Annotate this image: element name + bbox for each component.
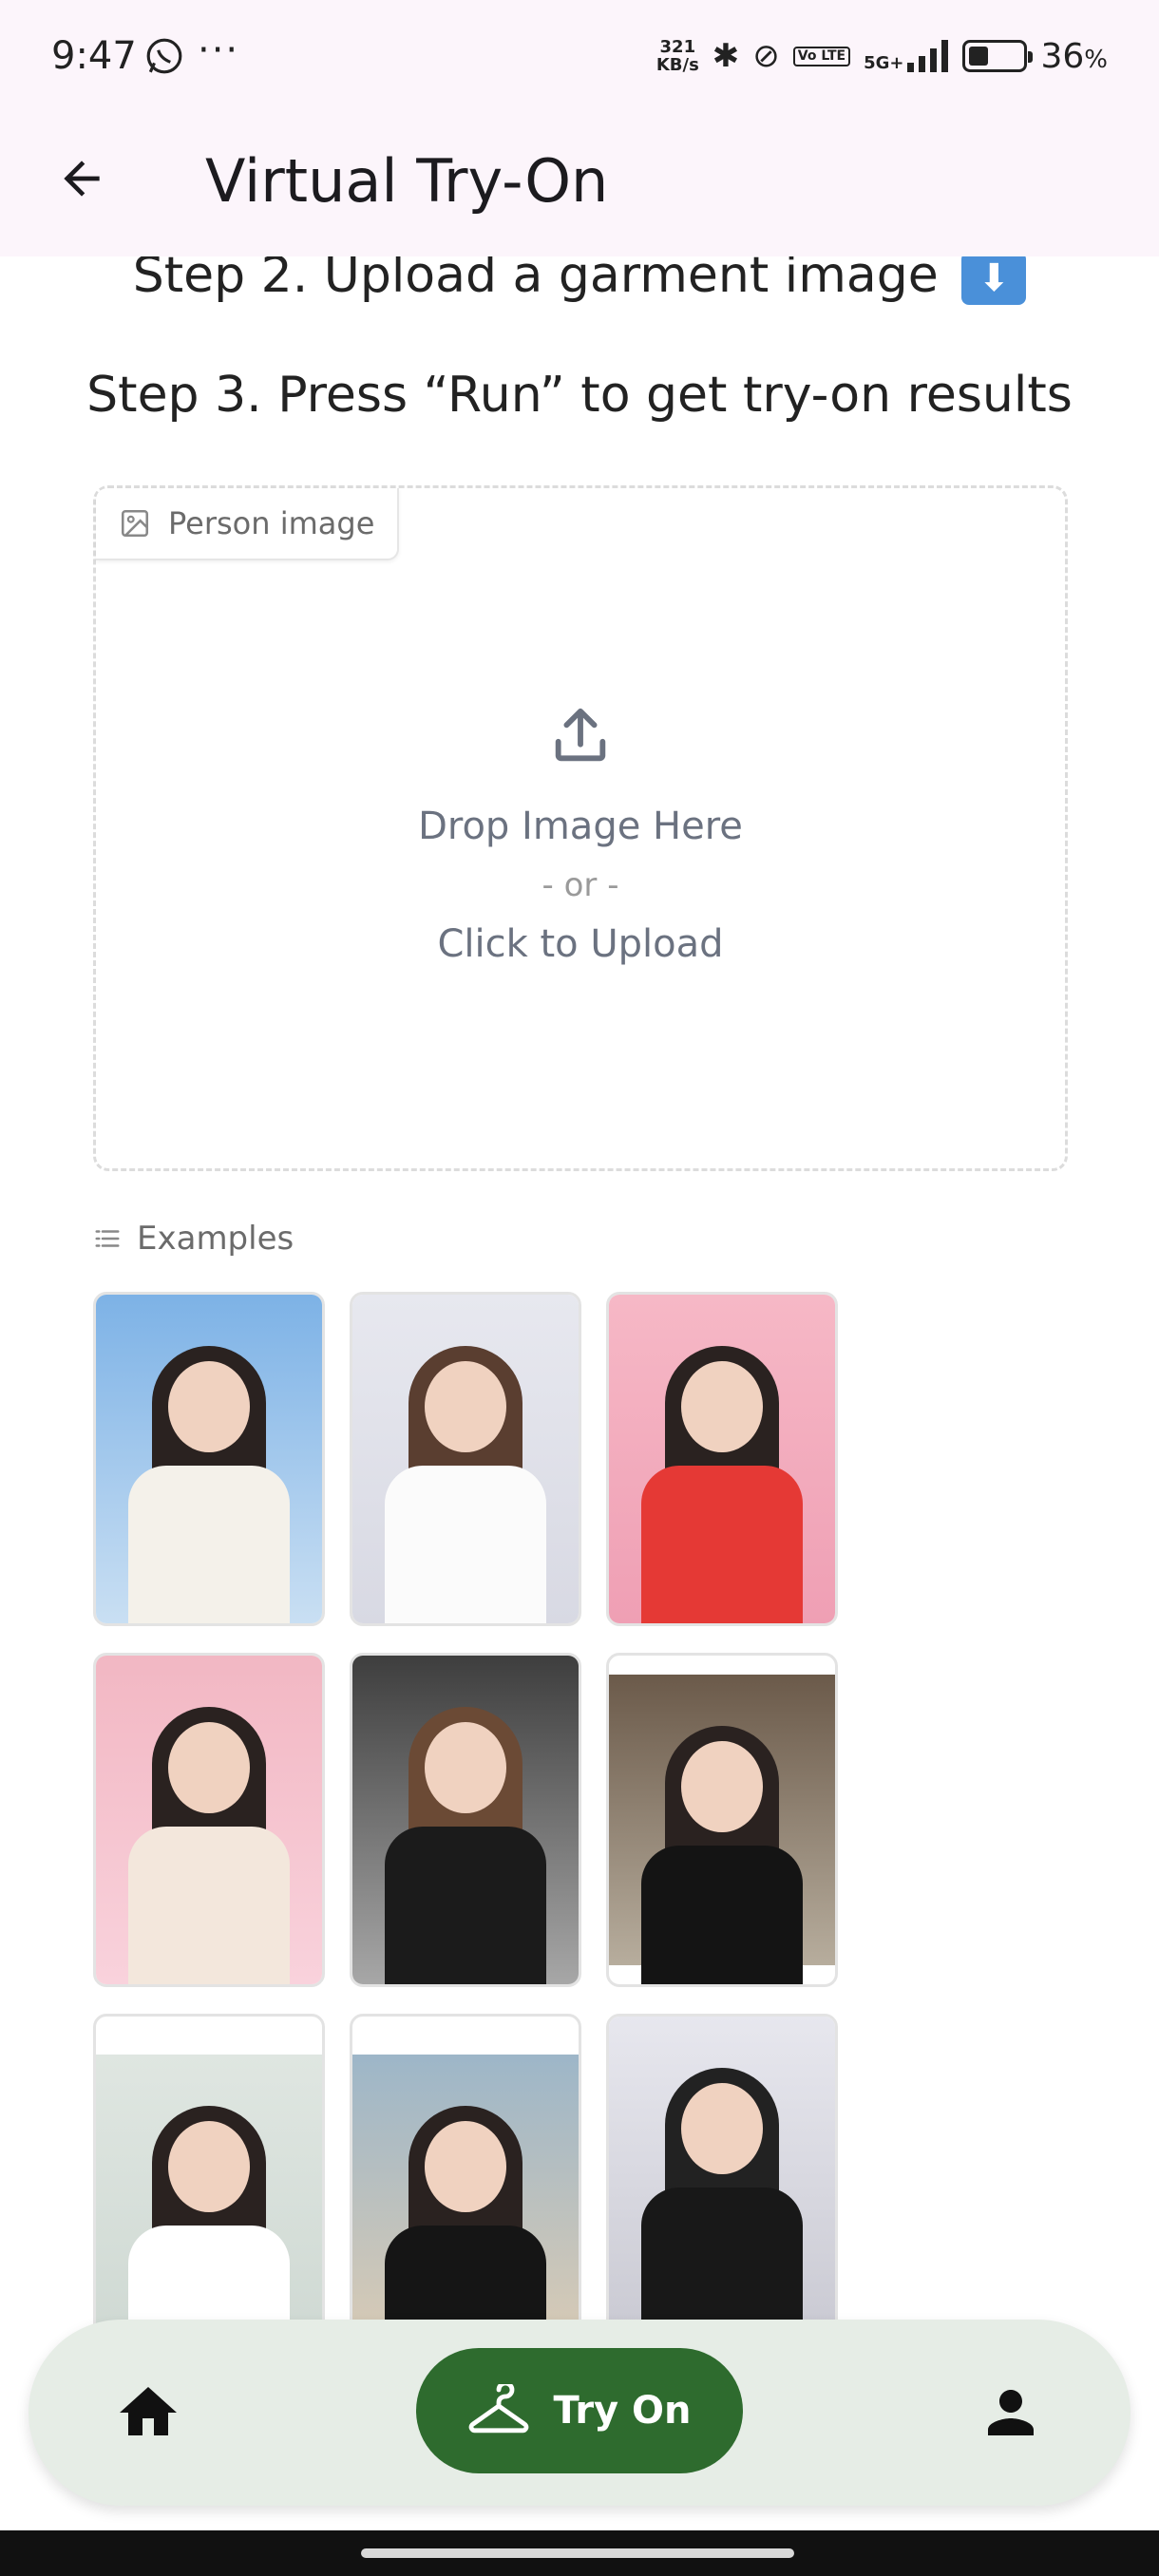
try-on-label: Try On (553, 2389, 692, 2433)
status-bar: 9:47 ··· 321 KB/s ✱ ⊘ Vo LTE 5G+ 36% (0, 0, 1159, 114)
step-3-text: Step 3. Press “Run” to get try-on result… (86, 367, 1073, 424)
link-icon: ⊘ (752, 37, 780, 75)
list-icon (95, 1230, 120, 1247)
page-title: Virtual Try-On (205, 146, 609, 216)
click-upload-text: Click to Upload (437, 922, 724, 966)
more-notifications-icon: ··· (198, 28, 240, 72)
home-indicator[interactable] (361, 2548, 794, 2558)
whatsapp-icon (146, 38, 182, 74)
example-thumbnail-7[interactable] (93, 2014, 325, 2348)
person-icon (988, 2390, 1034, 2435)
person-image-upload[interactable]: Person image Drop Image Here - or - Clic… (93, 485, 1068, 1171)
example-thumbnail-4[interactable] (93, 1653, 325, 1987)
or-text: - or - (542, 866, 619, 904)
example-image (96, 1656, 322, 1984)
upload-icon (555, 708, 606, 762)
signal-strength-icon (907, 40, 949, 72)
example-image (609, 1295, 835, 1623)
battery-level (969, 47, 989, 66)
drop-image-text: Drop Image Here (418, 805, 743, 848)
status-icons: 321 KB/s ✱ ⊘ Vo LTE 5G+ 36% (656, 32, 1108, 80)
image-icon (121, 509, 149, 538)
battery-icon (962, 40, 1034, 72)
person-image-label: Person image (96, 488, 400, 560)
app-bar: Virtual Try-On (0, 123, 1159, 247)
example-thumbnail-1[interactable] (93, 1292, 325, 1626)
bluetooth-icon: ✱ (712, 37, 740, 75)
net-speed: 321 KB/s (656, 37, 699, 75)
volte-icon: Vo LTE (792, 46, 851, 66)
battery-percent: 36% (1040, 36, 1108, 76)
example-image (96, 1295, 322, 1623)
examples-header: Examples (93, 1220, 294, 1258)
hanger-icon (469, 2384, 529, 2434)
example-thumbnail-8[interactable] (350, 2014, 581, 2348)
bottom-navigation: Try On (28, 2320, 1130, 2506)
nav-home-button[interactable] (114, 2378, 182, 2447)
example-image (352, 1656, 579, 1984)
upload-prompt: Drop Image Here - or - Click to Upload (96, 703, 1065, 973)
app-screen: 9:47 ··· 321 KB/s ✱ ⊘ Vo LTE 5G+ 36% Vir… (0, 0, 1159, 2576)
try-on-button[interactable]: Try On (416, 2348, 743, 2473)
example-image (609, 1675, 835, 1984)
example-image (609, 2017, 835, 2345)
example-thumbnail-9[interactable] (606, 2014, 838, 2348)
network-5g-label: 5G+ (864, 53, 904, 73)
arrow-left-icon (64, 161, 100, 197)
example-thumbnail-3[interactable] (606, 1292, 838, 1626)
example-image (352, 1295, 579, 1623)
example-image (352, 2055, 579, 2345)
top-bar: 9:47 ··· 321 KB/s ✱ ⊘ Vo LTE 5G+ 36% Vir… (0, 0, 1159, 256)
nav-profile-button[interactable] (977, 2378, 1045, 2447)
status-time: 9:47 (51, 34, 137, 78)
example-thumbnail-2[interactable] (350, 1292, 581, 1626)
down-arrow-emoji-icon: ⬇ (961, 252, 1027, 305)
back-button[interactable] (48, 144, 116, 213)
example-thumbnail-6[interactable] (606, 1653, 838, 1987)
signal-group: 5G+ (864, 40, 949, 72)
example-image (96, 2055, 322, 2345)
home-icon (120, 2387, 177, 2435)
example-thumbnail-5[interactable] (350, 1653, 581, 1987)
